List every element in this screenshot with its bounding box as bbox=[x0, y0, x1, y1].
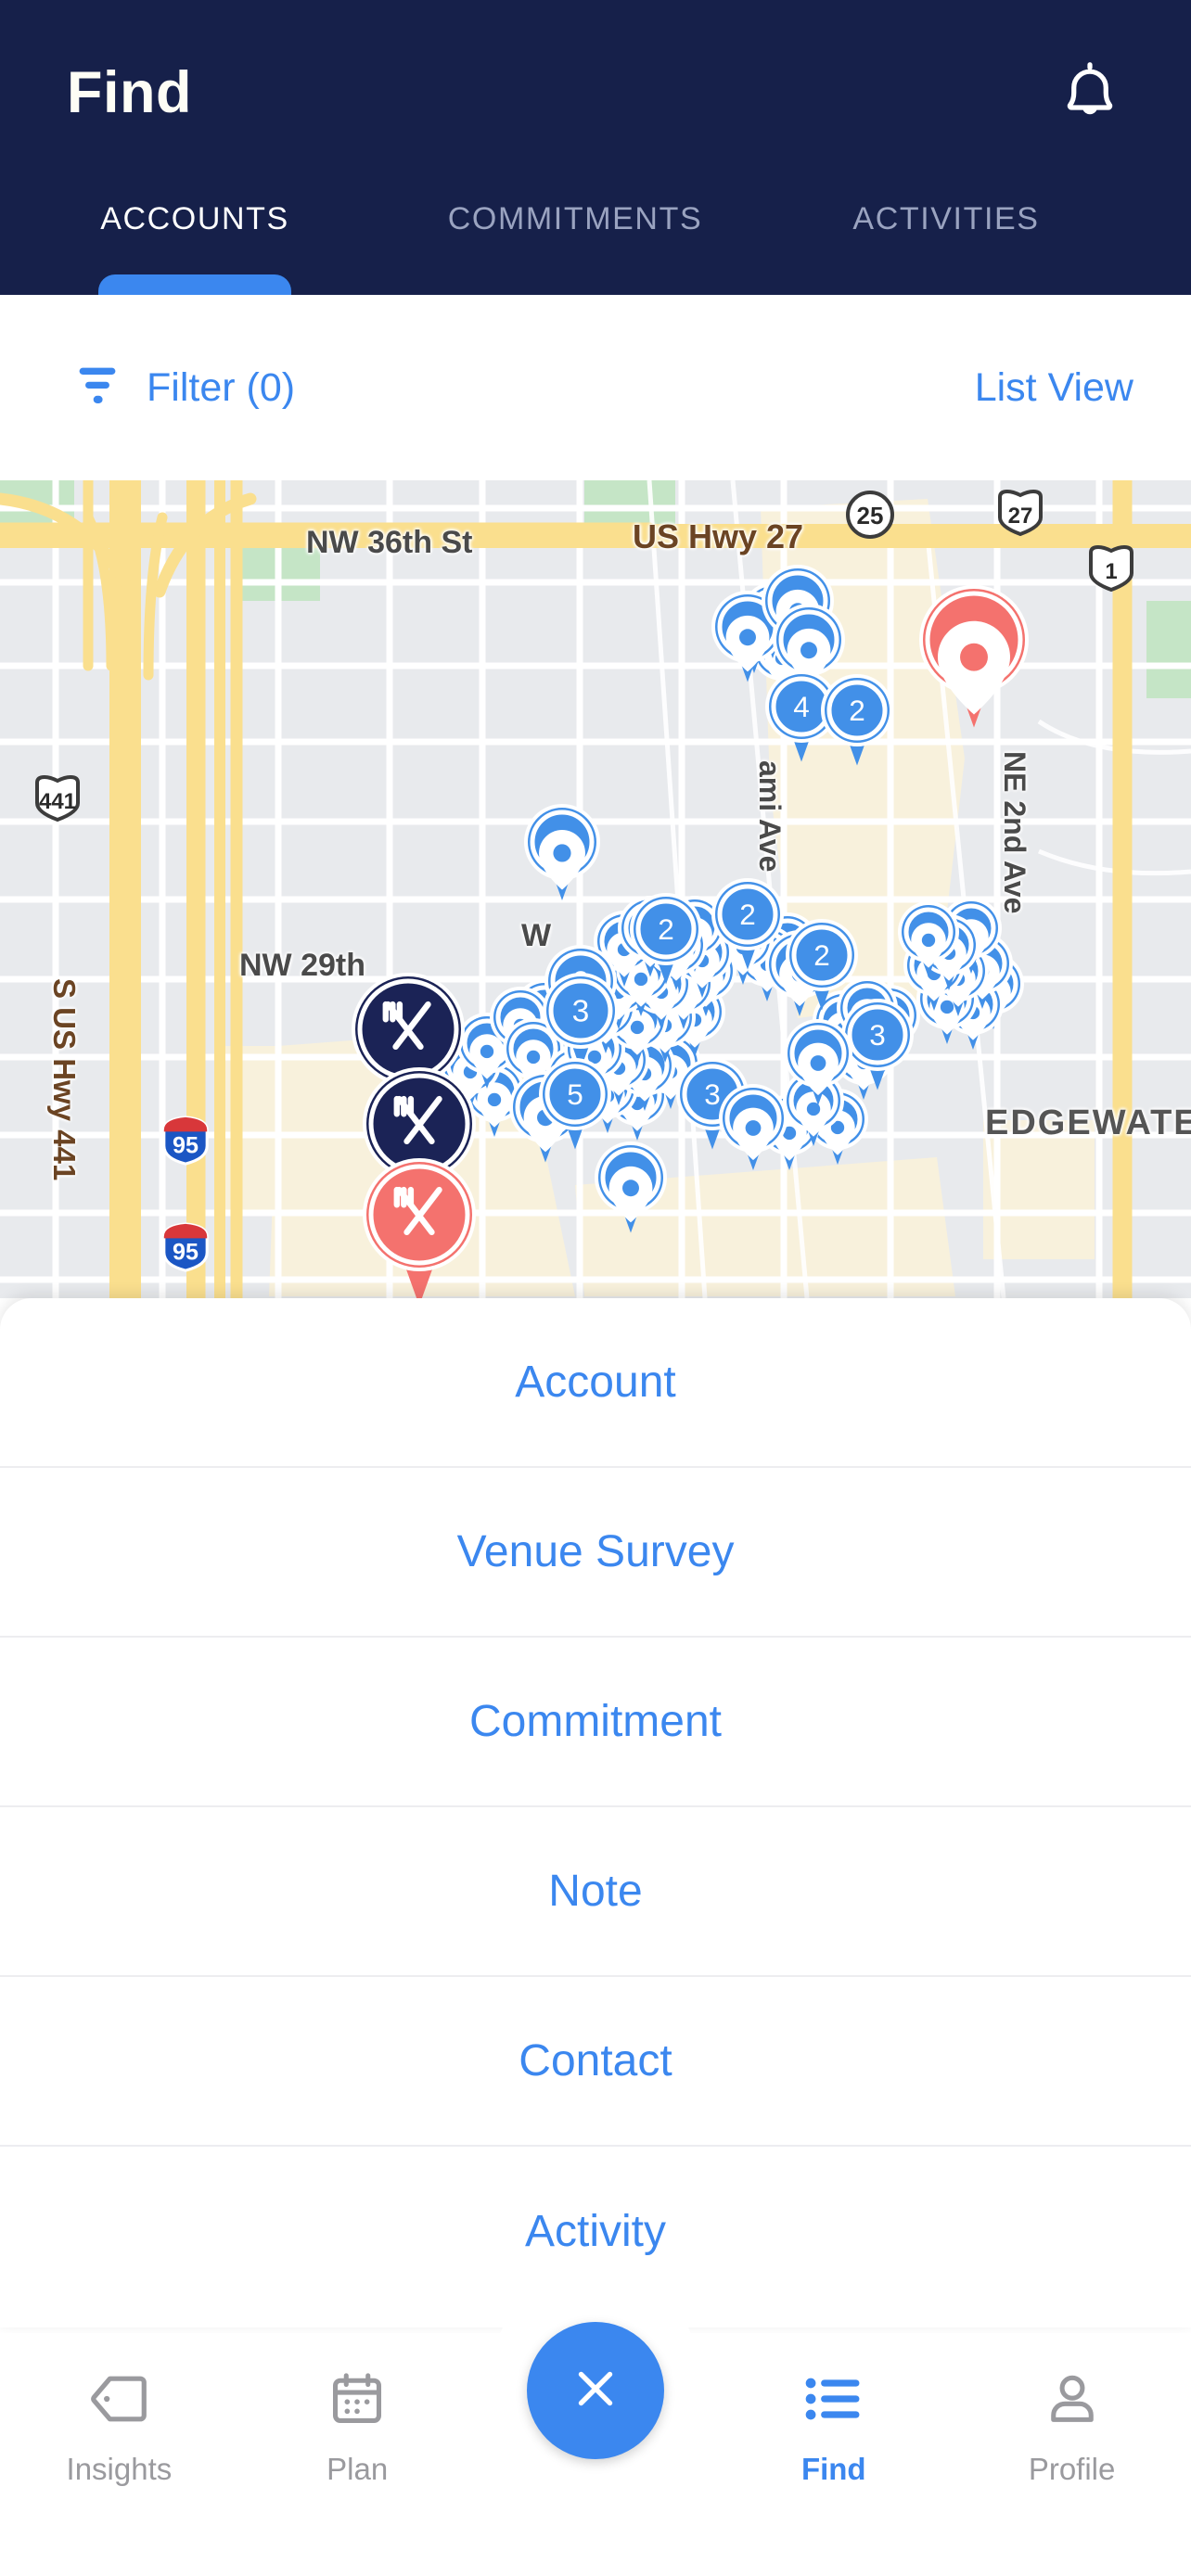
sheet-item-activity-label: Activity bbox=[524, 2207, 666, 2256]
tab-commitments[interactable]: COMMITMENTS bbox=[390, 181, 761, 295]
nav-item-find-label: Find bbox=[800, 2452, 866, 2486]
sheet-item-venue-survey-label: Venue Survey bbox=[456, 1527, 735, 1576]
filter-button[interactable]: Filter (0) bbox=[72, 360, 295, 416]
sheet-item-note[interactable]: Note bbox=[0, 1807, 1191, 1977]
map-pin-marker[interactable] bbox=[524, 804, 600, 902]
nav-item-find[interactable]: Find bbox=[714, 2333, 953, 2519]
sheet-item-contact-label: Contact bbox=[519, 2036, 672, 2085]
sheet-item-activity[interactable]: Activity bbox=[0, 2147, 1191, 2316]
bell-icon[interactable] bbox=[1048, 51, 1132, 134]
sheet-item-venue-survey[interactable]: Venue Survey bbox=[0, 1468, 1191, 1638]
svg-text:2: 2 bbox=[658, 912, 674, 946]
bottom-nav: Insights Plan Find Profile bbox=[0, 2296, 1191, 2576]
map-cluster-marker[interactable]: 3 bbox=[543, 973, 619, 1071]
filter-bar: Filter (0) List View bbox=[0, 295, 1191, 480]
close-icon bbox=[567, 2360, 624, 2422]
map-venue-marker[interactable] bbox=[363, 1158, 476, 1298]
map-cluster-marker[interactable]: 2 bbox=[630, 893, 702, 987]
map-pin-marker[interactable] bbox=[719, 1084, 788, 1172]
tab-accounts-label: ACCOUNTS bbox=[100, 201, 289, 236]
map-canvas[interactable]: NW 36th St US Hwy 27 NW 29th S US Hwy 441 NE… bbox=[0, 480, 1191, 1298]
nav-item-insights-label: Insights bbox=[66, 2452, 173, 2486]
nav-item-profile-label: Profile bbox=[1028, 2452, 1116, 2486]
tab-accounts[interactable]: ACCOUNTS bbox=[0, 181, 390, 295]
map-pin-marker[interactable] bbox=[898, 901, 959, 979]
list-icon bbox=[800, 2365, 868, 2433]
sheet-item-account-label: Account bbox=[515, 1358, 676, 1407]
map-pin-marker[interactable] bbox=[784, 1019, 852, 1107]
sheet-item-commitment-label: Commitment bbox=[468, 1697, 723, 1746]
list-view-button[interactable]: List View bbox=[975, 365, 1133, 411]
filter-label: Filter (0) bbox=[147, 364, 296, 410]
tag-icon bbox=[84, 2365, 153, 2433]
person-icon bbox=[1038, 2365, 1107, 2433]
svg-text:5: 5 bbox=[567, 1078, 583, 1111]
sheet-item-commitment[interactable]: Commitment bbox=[0, 1638, 1191, 1807]
nav-item-plan[interactable]: Plan bbox=[238, 2333, 477, 2519]
nav-item-insights[interactable]: Insights bbox=[0, 2333, 238, 2519]
svg-text:2: 2 bbox=[813, 938, 830, 972]
header-top-row: Find bbox=[0, 28, 1191, 158]
tab-next-partial[interactable] bbox=[1132, 181, 1191, 295]
filter-icon bbox=[72, 360, 122, 416]
tab-strip[interactable]: ACCOUNTS COMMITMENTS ACTIVITIES bbox=[0, 181, 1191, 295]
sheet-item-note-label: Note bbox=[548, 1867, 643, 1916]
close-fab-button[interactable] bbox=[527, 2322, 664, 2459]
nav-item-plan-label: Plan bbox=[327, 2452, 389, 2486]
calendar-icon bbox=[323, 2365, 391, 2433]
svg-text:2: 2 bbox=[739, 898, 756, 931]
map-cluster-marker[interactable]: 5 bbox=[539, 1058, 611, 1152]
sheet-item-account[interactable]: Account bbox=[0, 1298, 1191, 1468]
tab-activities[interactable]: ACTIVITIES bbox=[761, 181, 1132, 295]
svg-text:4: 4 bbox=[793, 690, 810, 723]
map-cluster-marker[interactable]: 2 bbox=[821, 674, 893, 768]
action-sheet: Account Venue Survey Commitment Note Con… bbox=[0, 1298, 1191, 2327]
tab-active-indicator bbox=[98, 274, 291, 295]
nav-item-profile[interactable]: Profile bbox=[953, 2333, 1191, 2519]
map-pin-marker[interactable] bbox=[919, 585, 1029, 730]
sheet-item-contact[interactable]: Contact bbox=[0, 1977, 1191, 2147]
tab-activities-label: ACTIVITIES bbox=[852, 201, 1040, 236]
tab-commitments-label: COMMITMENTS bbox=[447, 201, 703, 236]
map-pin-marker[interactable] bbox=[595, 1141, 667, 1235]
svg-text:2: 2 bbox=[849, 694, 865, 727]
svg-text:3: 3 bbox=[869, 1018, 886, 1052]
page-title: Find bbox=[67, 59, 192, 125]
svg-text:3: 3 bbox=[572, 995, 590, 1029]
app-header: Find ACCOUNTS COMMITMENTS ACTIVITIES bbox=[0, 0, 1191, 295]
